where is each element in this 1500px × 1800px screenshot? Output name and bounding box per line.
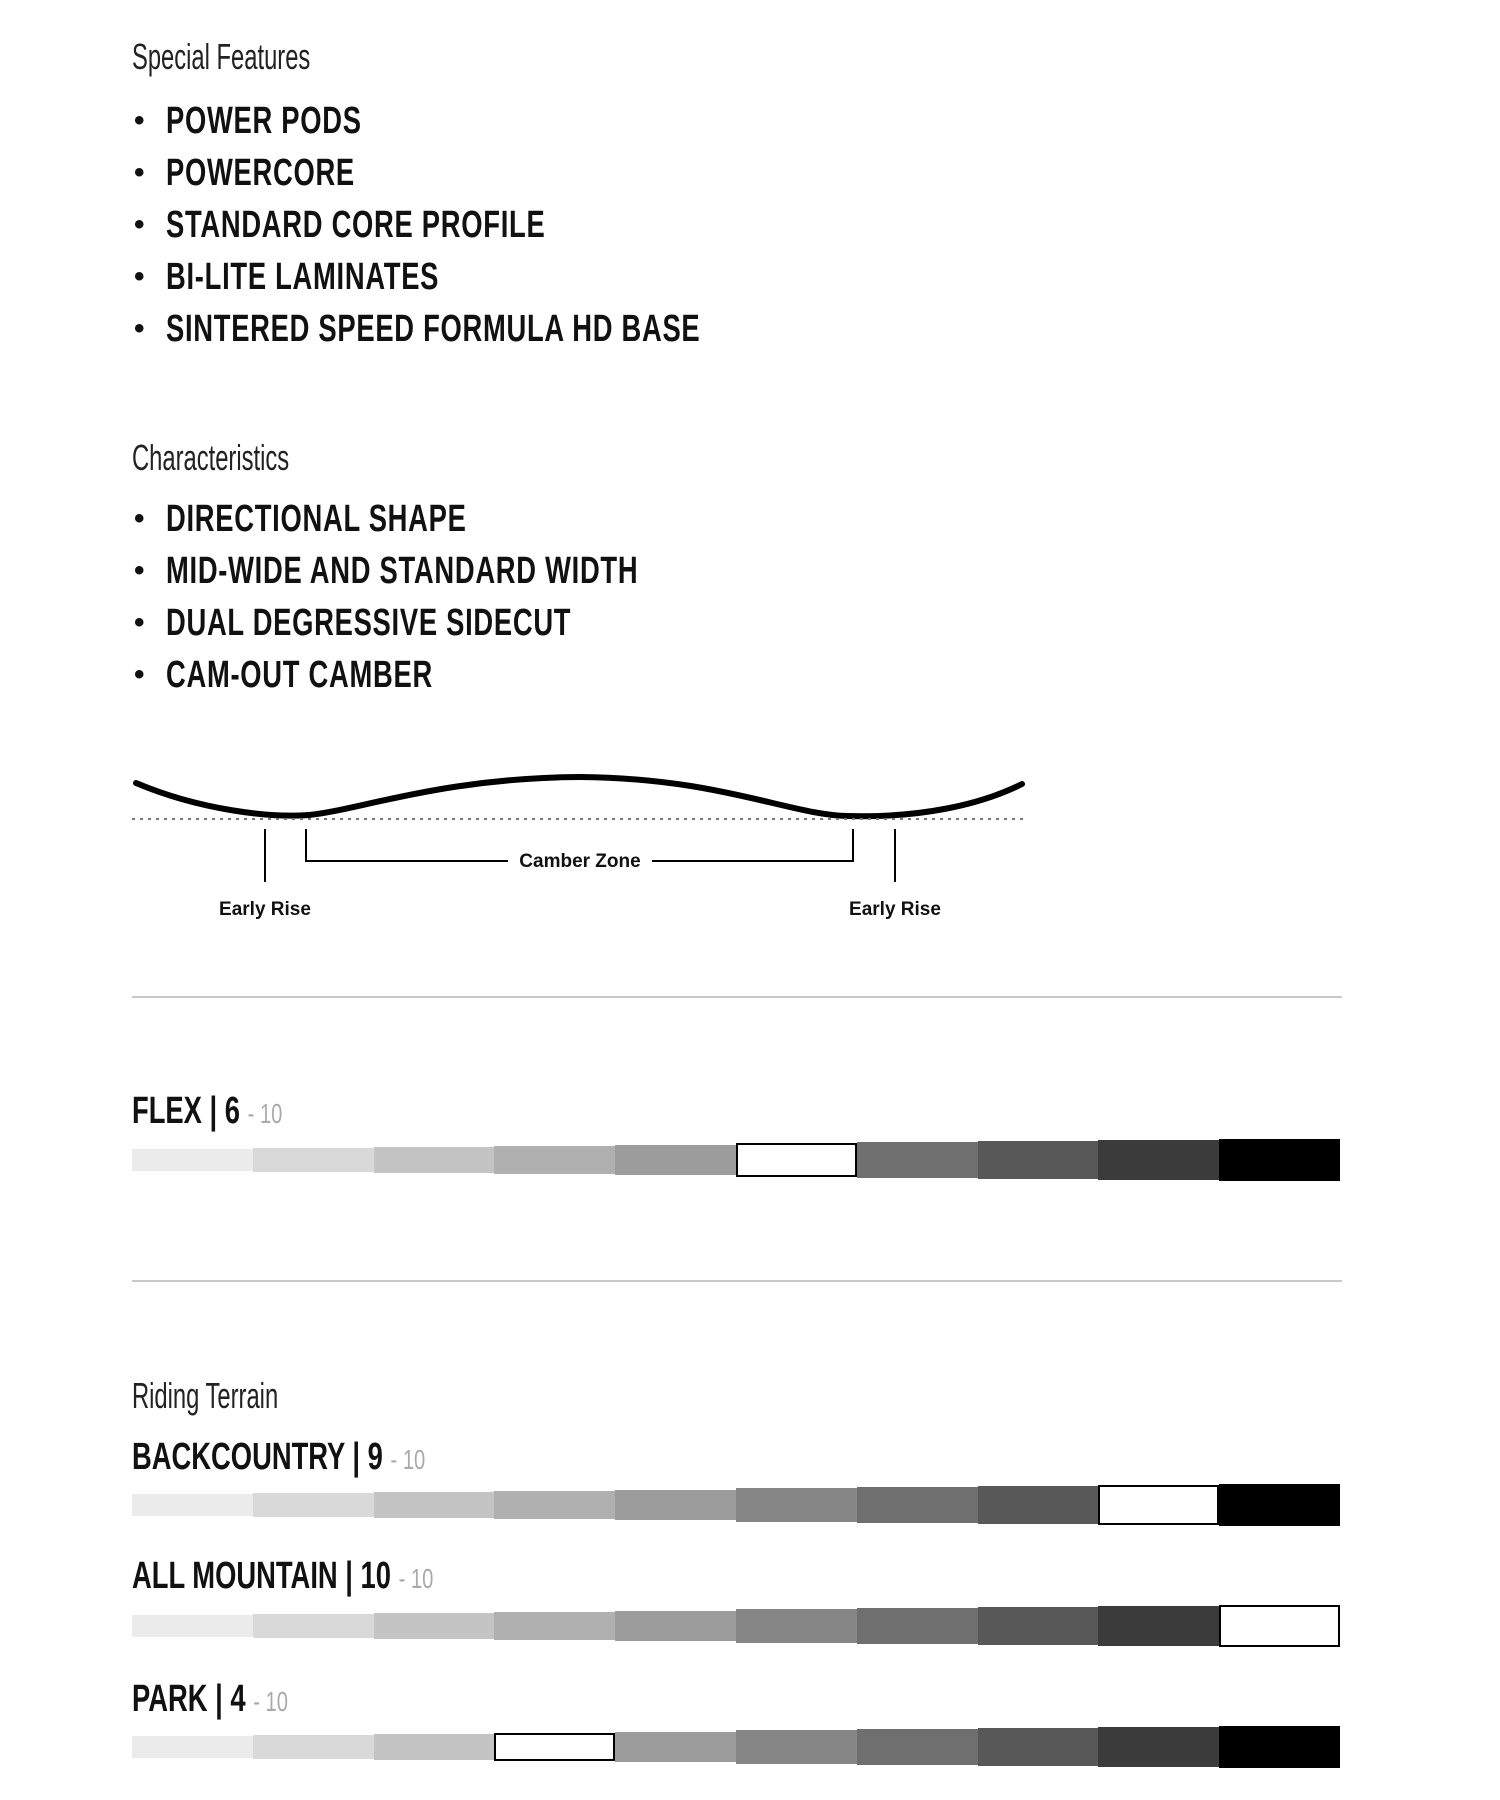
park-scale-bar [132,1726,1340,1768]
scale-segment [1098,1140,1220,1180]
scale-segment-selected [494,1732,616,1762]
board-profile-curve [133,773,1025,820]
scale-segment [977,1486,1099,1524]
park-rating-label: PARK | 4 - 10 [132,1678,288,1720]
scale-segment [615,1731,736,1763]
scale-segment [615,1144,736,1176]
scale-segment [252,1734,374,1760]
scale-segment [1098,1606,1220,1646]
scale-segment [977,1607,1099,1645]
scale-segment [856,1608,978,1644]
section-divider [132,1280,1342,1282]
section-divider [132,996,1342,998]
backcountry-scale-bar [132,1484,1340,1526]
scale-segment [856,1487,978,1523]
scale-segment [132,1736,253,1758]
early-rise-left-label: Early Rise [219,899,311,920]
scale-segment [736,1730,857,1764]
scale-segment [1219,1726,1340,1768]
scale-segment [373,1491,495,1519]
scale-segment [615,1489,736,1521]
scale-segment [373,1612,495,1640]
flex-rating-label: FLEX | 6 - 10 [132,1090,283,1132]
camber-zone-bracket-right [652,829,854,862]
scale-segment [494,1145,616,1175]
scale-segment [977,1728,1099,1766]
camber-profile-diagram: Camber Zone Early Rise Early Rise [132,773,1028,920]
scale-segment [252,1492,374,1518]
scale-segment [977,1141,1099,1179]
scale-segment [494,1490,616,1520]
scale-segment [373,1733,495,1761]
scale-segment [736,1609,857,1643]
scale-segment [856,1729,978,1765]
backcountry-rating-label: BACKCOUNTRY | 9 - 10 [132,1436,426,1478]
camber-zone-label: Camber Zone [519,851,640,872]
scale-segment-selected [1219,1605,1340,1647]
scale-segment [252,1613,374,1639]
scale-segment [615,1610,736,1642]
all-mountain-rating-label: ALL MOUNTAIN | 10 - 10 [132,1555,434,1597]
scale-segment [132,1494,253,1516]
scale-segment-selected [736,1143,857,1177]
riding-terrain-heading: Riding Terrain [132,1375,279,1416]
scale-segment-selected [1098,1485,1220,1525]
scale-segment [736,1488,857,1522]
camber-zone-bracket-left [305,829,508,862]
flex-scale-bar [132,1139,1340,1181]
scale-segment [132,1615,253,1637]
scale-segment [856,1142,978,1178]
scale-segment [494,1611,616,1641]
scale-segment [1219,1139,1340,1181]
scale-segment [132,1149,253,1171]
all-mountain-scale-bar [132,1605,1340,1647]
scale-segment [1219,1484,1340,1526]
scale-segment [373,1146,495,1174]
scale-segment [252,1147,374,1173]
early-rise-right-label: Early Rise [849,899,941,920]
scale-segment [1098,1727,1220,1767]
